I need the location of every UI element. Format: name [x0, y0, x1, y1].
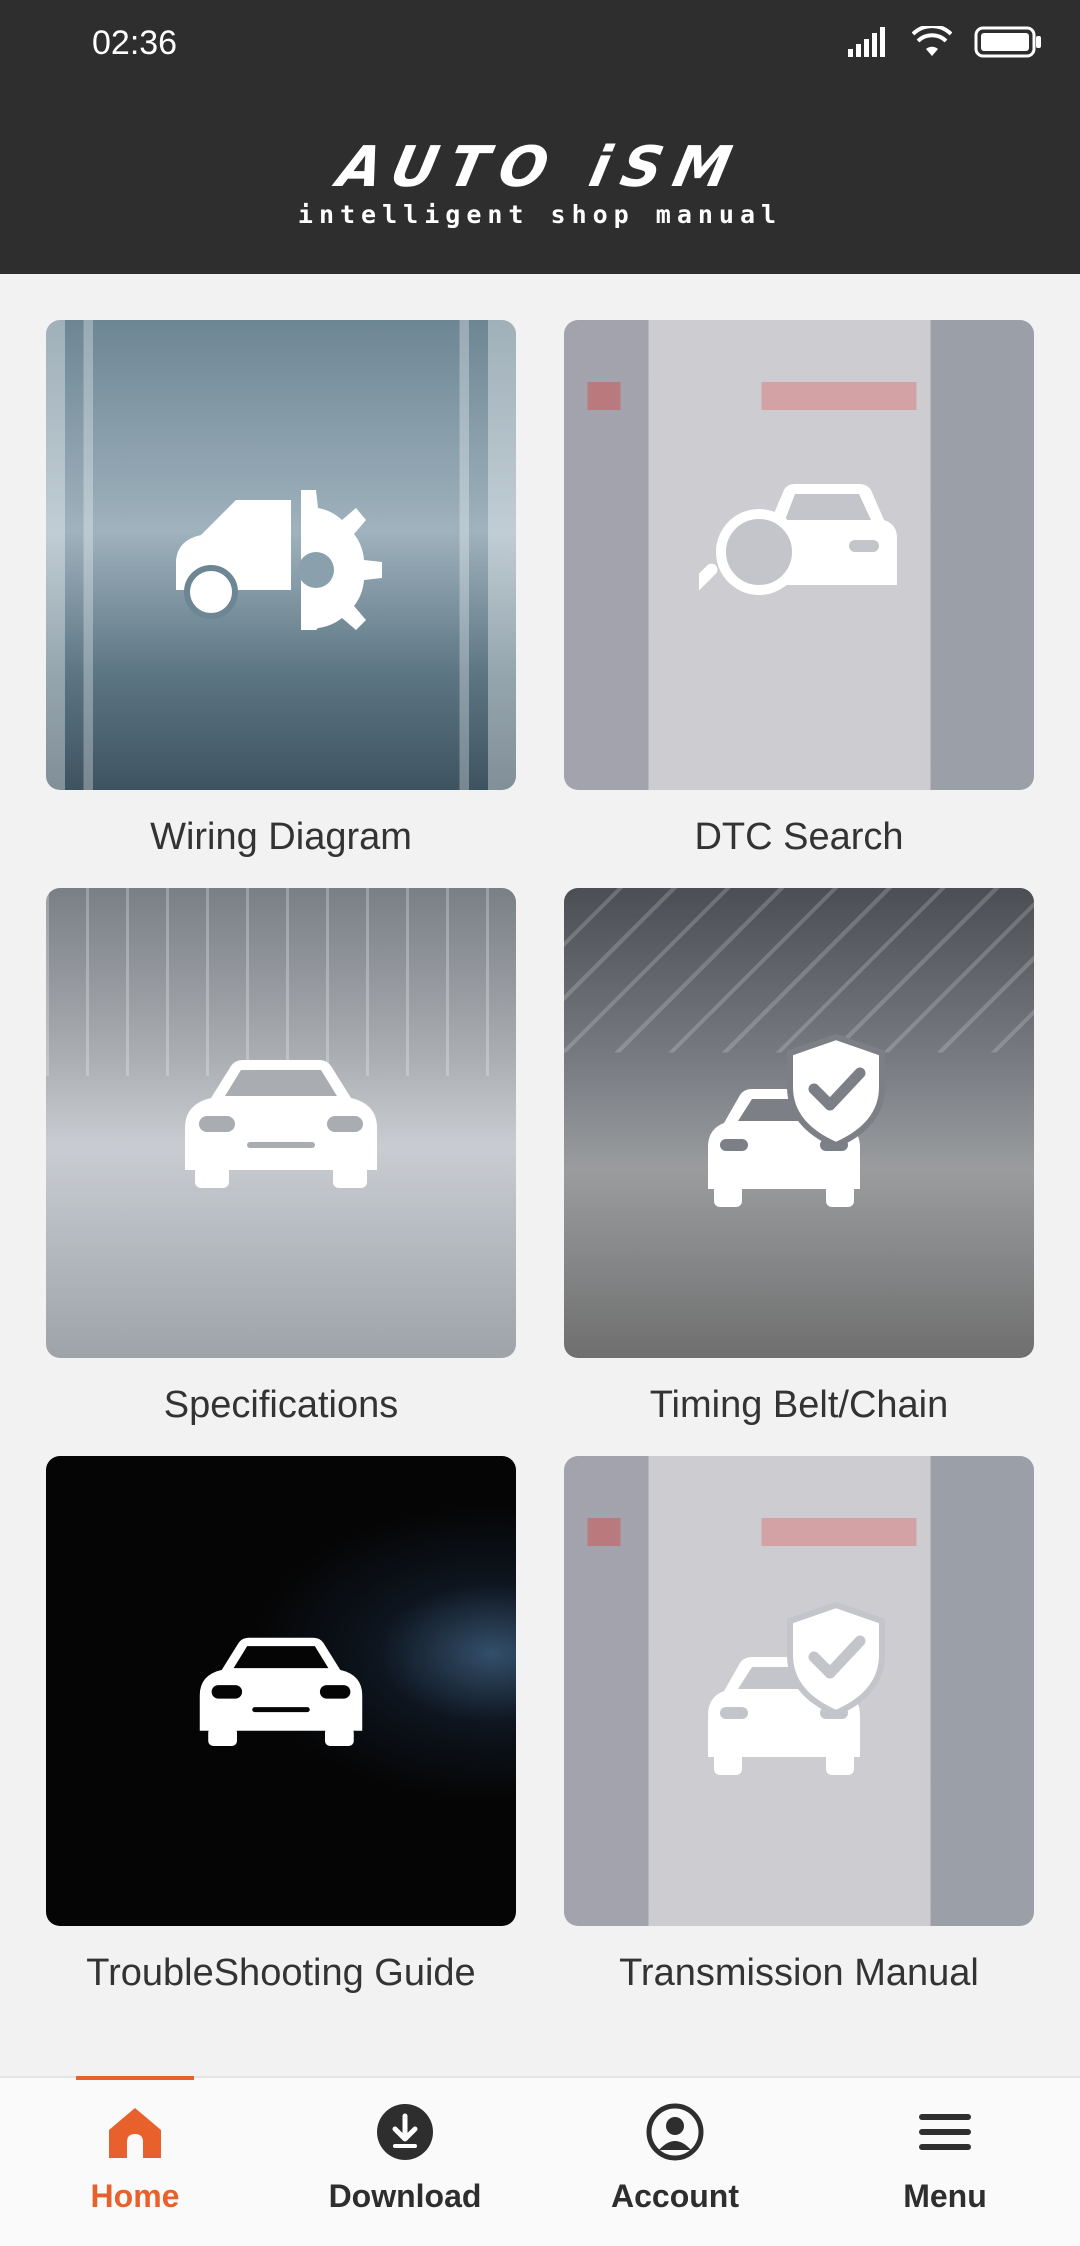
app-header: 02:36 AUTO iSM intelligent shop manual [0, 0, 1080, 274]
tile-label: TroubleShooting Guide [86, 1952, 476, 1994]
nav-account-label: Account [611, 2178, 739, 2214]
tile-image [46, 1456, 516, 1926]
menu-icon [919, 2114, 971, 2150]
tile-label: DTC Search [694, 816, 904, 858]
tile-label: Transmission Manual [619, 1952, 979, 1994]
car-front-icon [199, 1637, 363, 1746]
tile-transmission-manual[interactable]: Transmission Manual [564, 1456, 1034, 1994]
account-icon [646, 2103, 704, 2161]
tile-label: Timing Belt/Chain [649, 1384, 949, 1426]
nav-menu[interactable]: Menu [810, 2078, 1080, 2246]
tile-troubleshooting-guide[interactable]: TroubleShooting Guide [46, 1456, 516, 1994]
car-gear-icon [176, 490, 382, 630]
tile-image [564, 320, 1034, 790]
nav-menu-label: Menu [903, 2178, 987, 2214]
logo-main-text: AUTO iSM [331, 135, 749, 200]
nav-home-label: Home [90, 2178, 180, 2214]
tile-wiring-diagram[interactable]: Wiring Diagram [46, 320, 516, 858]
tile-image [46, 320, 516, 790]
tile-image [564, 888, 1034, 1358]
home-icon [109, 2108, 161, 2158]
signal-icon [848, 27, 885, 57]
status-time: 02:36 [92, 24, 178, 62]
nav-download[interactable]: Download [270, 2078, 540, 2246]
nav-account[interactable]: Account [540, 2078, 810, 2246]
car-search-icon [699, 484, 897, 606]
nav-download-label: Download [328, 2178, 482, 2214]
tile-label: Specifications [163, 1384, 399, 1426]
status-icons [848, 26, 1042, 58]
download-icon [377, 2104, 433, 2160]
car-shield-icon [708, 1033, 885, 1207]
tile-image [564, 1456, 1034, 1926]
tile-image [46, 888, 516, 1358]
car-shield-icon [708, 1601, 885, 1775]
app-logo: AUTO iSM intelligent shop manual [0, 135, 1080, 229]
nav-home[interactable]: Home [0, 2078, 270, 2246]
tile-specifications[interactable]: Specifications [46, 888, 516, 1426]
wifi-icon [912, 26, 952, 56]
tile-timing-belt-chain[interactable]: Timing Belt/Chain [564, 888, 1034, 1426]
logo-tagline: intelligent shop manual [297, 200, 783, 229]
battery-icon [974, 26, 1041, 58]
tile-label: Wiring Diagram [150, 816, 412, 858]
bottom-navigation: Home Download Account Menu [0, 2076, 1080, 2246]
tile-dtc-search[interactable]: DTC Search [564, 320, 1034, 858]
car-front-icon [185, 1060, 377, 1188]
